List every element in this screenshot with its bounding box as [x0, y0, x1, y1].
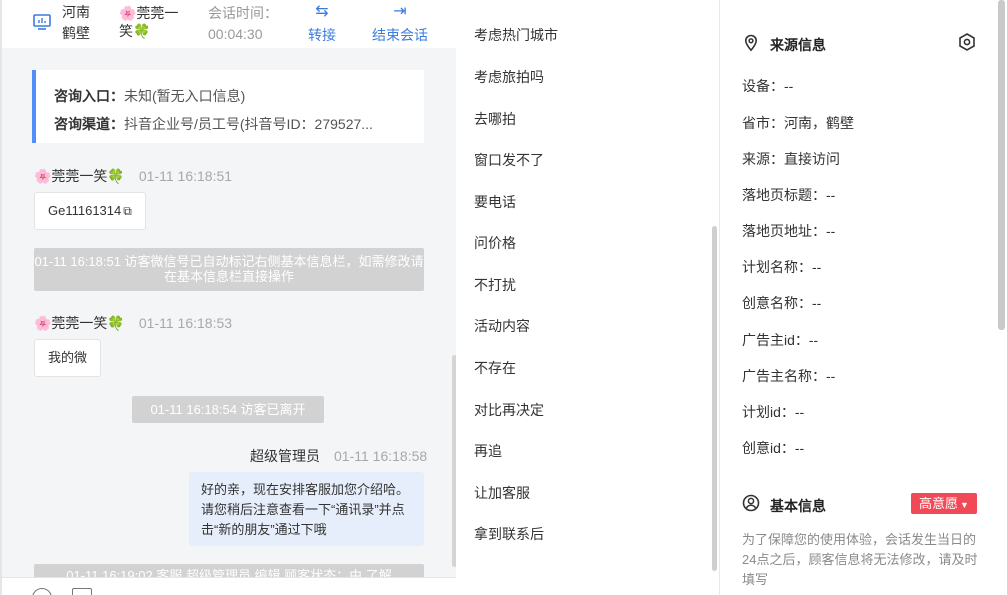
- location-city: 鹤壁: [62, 25, 90, 41]
- source-field: 创意id：--: [742, 440, 805, 456]
- quick-reply-item[interactable]: 让加客服: [474, 483, 530, 503]
- source-field: 设备：--: [742, 78, 794, 94]
- quick-reply-list: 考虑热门城市 考虑旅拍吗 去哪拍 窗口发不了 要电话 问价格 不打扰 活动内容 …: [456, 0, 720, 595]
- message-sender: 超级管理员: [250, 448, 320, 464]
- source-field: 计划id：--: [742, 404, 805, 420]
- end-session-button[interactable]: ⇥ 结束会话: [368, 0, 432, 45]
- channel-value: 抖音企业号/员工号(抖音号ID：279527...: [124, 116, 373, 132]
- quick-reply-item[interactable]: 不打扰: [474, 275, 516, 295]
- session-time-value: 00:04:30: [208, 26, 263, 42]
- channel-label: 咨询渠道：: [54, 116, 124, 132]
- source-field: 广告主id：--: [742, 332, 819, 348]
- source-field: 落地页地址：--: [742, 223, 836, 239]
- message-meta: 🌸莞莞一笑🍀 01-11 16:18:53: [34, 313, 232, 333]
- quick-reply-item[interactable]: 再追: [474, 441, 502, 461]
- basic-info-title: 基本信息: [770, 498, 826, 514]
- visitor-location: 河南 鹤壁: [62, 2, 102, 44]
- source-info-title: 来源信息: [770, 37, 826, 53]
- source-field: 创意名称：--: [742, 295, 822, 311]
- quick-reply-item[interactable]: 考虑热门城市: [474, 25, 558, 45]
- customer-info-pane: 来源信息 设备：-- 省市：河南，鹤壁 来源：直接访问 落地页标题：-- 落地页…: [720, 0, 1007, 595]
- quick-reply-item[interactable]: 不存在: [474, 358, 516, 378]
- entry-row: 咨询入口：未知(暂无入口信息): [54, 82, 414, 110]
- transfer-button[interactable]: ⇆ 转接: [304, 0, 340, 45]
- app-window: 河南 鹤壁 🌸莞莞一笑🍀 会话时间： 00:04:30 ⇆ 转接 ⇥ 结束会话 …: [0, 0, 1007, 595]
- message-meta: 超级管理员 01-11 16:18:58: [250, 446, 427, 466]
- settings-icon[interactable]: [957, 32, 977, 52]
- message-meta: 🌸莞莞一笑🍀 01-11 16:18:51: [34, 166, 232, 186]
- transfer-icon: ⇆: [315, 3, 329, 20]
- end-session-label: 结束会话: [372, 27, 428, 43]
- message-sender: 🌸莞莞一笑🍀: [34, 168, 125, 184]
- session-time-label: 会话时间：: [208, 5, 278, 21]
- copy-icon[interactable]: ⧉: [123, 204, 132, 218]
- system-notice: 01-11 16:18:51 访客微信号已自动标记右侧基本信息栏，如需修改请在基…: [34, 248, 424, 291]
- message-text: Ge11161314: [48, 203, 122, 218]
- chat-header: 河南 鹤壁 🌸莞莞一笑🍀 会话时间： 00:04:30 ⇆ 转接 ⇥ 结束会话: [2, 0, 456, 48]
- location-province: 河南: [62, 4, 90, 20]
- message-bubble[interactable]: 我的微: [34, 339, 102, 377]
- quick-reply-item[interactable]: 活动内容: [474, 316, 530, 336]
- entry-label: 咨询入口：: [54, 88, 124, 104]
- info-scrollbar[interactable]: [998, 0, 1005, 330]
- entry-value: 未知(暂无入口信息): [124, 88, 246, 104]
- transfer-label: 转接: [308, 27, 336, 43]
- quick-reply-scrollbar[interactable]: [712, 226, 717, 571]
- quick-reply-item[interactable]: 考虑旅拍吗: [474, 67, 544, 87]
- message-time: 01-11 16:18:53: [138, 315, 233, 331]
- visitor-name: 🌸莞莞一笑🍀: [119, 5, 179, 39]
- message-bubble[interactable]: Ge11161314 ⧉: [34, 192, 146, 230]
- logout-icon: ⇥: [393, 3, 407, 20]
- source-field: 计划名称：--: [742, 259, 822, 275]
- chat-toolbar: [2, 577, 456, 595]
- quick-reply-item[interactable]: 拿到联系后: [474, 524, 544, 544]
- message-time: 01-11 16:18:51: [138, 168, 233, 184]
- monitor-icon: [33, 14, 51, 30]
- source-field: 广告主名称：--: [742, 368, 836, 384]
- message-sender: 🌸莞莞一笑🍀: [34, 315, 125, 331]
- emoji-icon[interactable]: [32, 588, 52, 595]
- source-field: 落地页标题：--: [742, 187, 836, 203]
- quick-reply-item[interactable]: 窗口发不了: [474, 150, 544, 170]
- quick-reply-item[interactable]: 对比再决定: [474, 400, 544, 420]
- chat-pane: 河南 鹤壁 🌸莞莞一笑🍀 会话时间： 00:04:30 ⇆ 转接 ⇥ 结束会话 …: [0, 0, 456, 595]
- location-pin-icon: [744, 34, 758, 52]
- quick-reply-item[interactable]: 问价格: [474, 233, 516, 253]
- quick-reply-item[interactable]: 去哪拍: [474, 109, 516, 129]
- source-field: 省市：河南，鹤壁: [742, 115, 854, 131]
- quick-reply-item[interactable]: 要电话: [474, 192, 516, 212]
- consult-info-card: 咨询入口：未知(暂无入口信息) 咨询渠道：抖音企业号/员工号(抖音号ID：279…: [32, 70, 424, 143]
- intent-badge[interactable]: 高意愿 ▼: [911, 493, 977, 514]
- image-icon[interactable]: [72, 588, 92, 595]
- user-circle-icon: [742, 494, 760, 512]
- message-time: 01-11 16:18:58: [334, 448, 428, 464]
- channel-row: 咨询渠道：抖音企业号/员工号(抖音号ID：279527...: [54, 110, 414, 138]
- agent-message-bubble[interactable]: 好的亲，现在安排客服加您介绍哈。请您稍后注意查看一下“通讯录”并点击“新的朋友”…: [189, 472, 424, 546]
- system-notice: 01-11 16:18:54 访客已离开: [132, 396, 324, 423]
- caret-down-icon: ▼: [960, 500, 969, 510]
- edit-notice: 为了保障您的使用体验，会话发生当日的24点之后，顾客信息将无法修改，请及时填写: [742, 532, 978, 587]
- source-field: 来源：直接访问: [742, 151, 840, 167]
- message-text: 我的微: [48, 350, 88, 365]
- intent-badge-label: 高意愿: [919, 496, 959, 511]
